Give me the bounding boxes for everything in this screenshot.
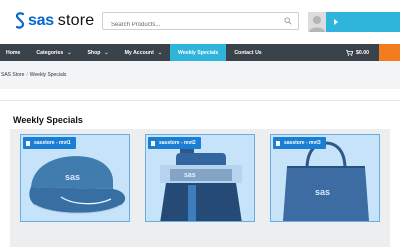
search-icon[interactable] <box>284 17 292 25</box>
user-icon <box>309 16 325 32</box>
label-marker-icon <box>26 140 30 146</box>
nav-item-label: Shop <box>87 49 101 56</box>
page: sas store Home <box>0 0 400 247</box>
product-label-tag: sasstore - mvt3 <box>273 137 326 149</box>
search-box <box>102 12 299 33</box>
product-label-tag: sasstore - mvt2 <box>148 137 201 149</box>
site-logo[interactable]: sas store <box>14 11 94 31</box>
nav-item-label: Weekly Specials <box>178 49 219 56</box>
product-label: sasstore - mvt1 <box>34 140 71 146</box>
nav-item-contact-us[interactable]: Contact Us <box>226 44 269 61</box>
search-input[interactable] <box>103 17 278 33</box>
label-marker-icon <box>276 140 280 146</box>
logo-sas-text: sas <box>28 12 54 29</box>
breadcrumb-current: Weekly Specials <box>29 72 67 78</box>
chevron-down-icon: ⌄ <box>104 49 109 56</box>
product-label: sasstore - mvt2 <box>159 140 196 146</box>
user-account-widget[interactable] <box>308 12 400 32</box>
site-header: sas store <box>0 0 400 44</box>
product-card-cap[interactable]: sas sasstore - mvt1 <box>20 134 130 222</box>
product-card-bottle[interactable]: sas sasstore - mvt2 <box>145 134 255 222</box>
logo-store-text: store <box>57 12 95 29</box>
nav-item-label: Categories <box>36 49 64 56</box>
breadcrumb-root-link[interactable]: SAS Store <box>1 72 24 78</box>
divider <box>0 100 400 101</box>
shopping-cart-icon <box>346 49 353 56</box>
nav-item-label: Home <box>6 49 21 56</box>
nav-item-shop[interactable]: Shop ⌄ <box>79 44 116 61</box>
breadcrumb: SAS Store / Weekly Specials <box>0 61 400 89</box>
page-title: Weekly Specials <box>13 115 83 125</box>
nav-item-label: My Account <box>124 49 154 56</box>
product-card-tote[interactable]: sas sasstore - mvt3 <box>270 134 380 222</box>
label-marker-icon <box>151 140 155 146</box>
main-nav: Home Categories ⌄ Shop ⌄ My Account ⌄ We… <box>0 44 400 61</box>
chevron-down-icon: ⌄ <box>157 49 163 56</box>
cart-button[interactable]: $0.00 <box>346 44 369 61</box>
nav-item-categories[interactable]: Categories ⌄ <box>28 44 79 61</box>
nav-item-my-account[interactable]: My Account ⌄ <box>117 44 170 61</box>
breadcrumb-separator: / <box>26 72 28 78</box>
avatar[interactable] <box>308 12 326 32</box>
product-label-tag: sasstore - mvt1 <box>23 137 76 149</box>
caret-right-icon[interactable] <box>333 18 339 26</box>
chevron-down-icon: ⌄ <box>67 49 72 56</box>
cart-total: $0.00 <box>356 49 369 56</box>
product-label: sasstore - mvt3 <box>284 140 321 146</box>
sas-logo-icon <box>15 12 25 29</box>
nav-item-label: Contact Us <box>234 49 262 56</box>
nav-item-weekly-specials[interactable]: Weekly Specials <box>170 44 227 61</box>
orange-menu-tab[interactable] <box>379 44 400 61</box>
nav-item-home[interactable]: Home <box>0 44 28 61</box>
